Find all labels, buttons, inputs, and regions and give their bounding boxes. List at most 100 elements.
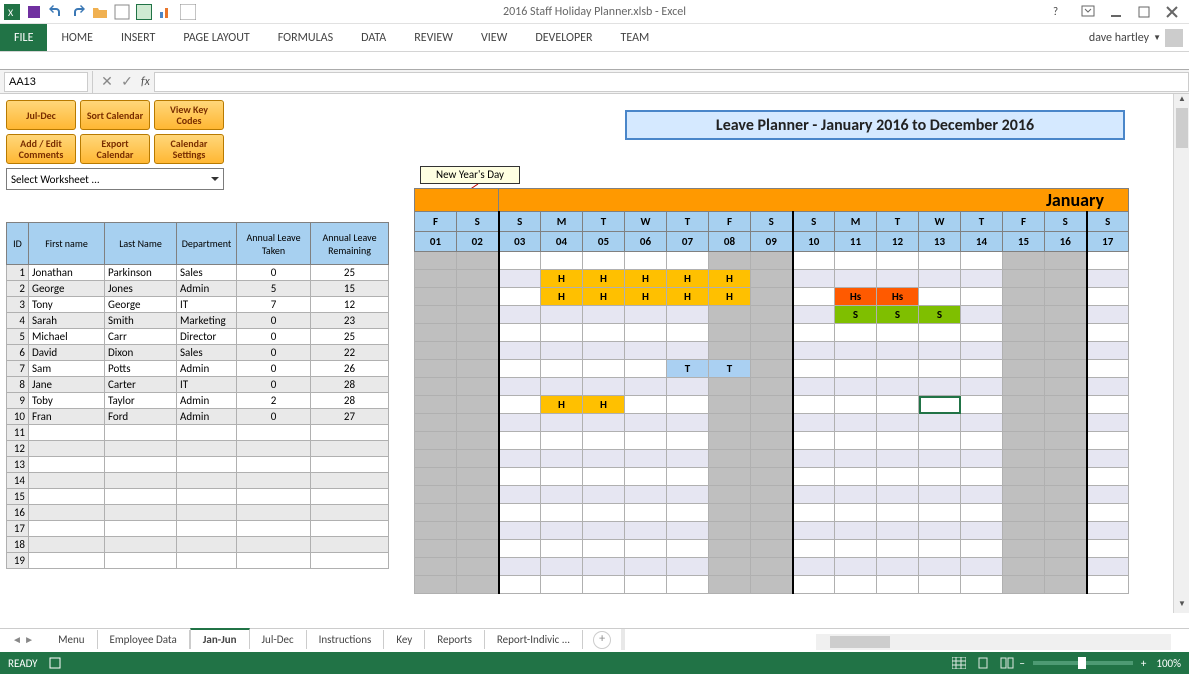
calendar-cell[interactable] <box>751 504 793 522</box>
calendar-cell[interactable] <box>583 486 625 504</box>
calendar-cell[interactable] <box>1003 540 1045 558</box>
calendar-cell[interactable] <box>1045 540 1087 558</box>
calendar-cell[interactable] <box>667 396 709 414</box>
calendar-cell[interactable] <box>457 306 499 324</box>
calendar-cell[interactable] <box>793 324 835 342</box>
calendar-row[interactable]: HH <box>415 396 1129 414</box>
calendar-cell[interactable] <box>1003 558 1045 576</box>
calendar-cell[interactable] <box>625 486 667 504</box>
staff-table[interactable]: IDFirst nameLast NameDepartmentAnnual Le… <box>6 222 389 569</box>
calendar-cell[interactable] <box>751 252 793 270</box>
calendar-cell[interactable] <box>835 558 877 576</box>
calendar-cell[interactable] <box>835 486 877 504</box>
calendar-cell[interactable] <box>415 540 457 558</box>
calendar-cell[interactable] <box>1087 252 1129 270</box>
calendar-cell[interactable]: H <box>541 288 583 306</box>
calendar-cell[interactable] <box>961 522 1003 540</box>
calendar-cell[interactable]: Hs <box>835 288 877 306</box>
ribbon-tab-team[interactable]: TEAM <box>607 24 664 51</box>
maximize-icon[interactable] <box>1137 5 1151 19</box>
calendar-cell[interactable] <box>415 270 457 288</box>
calendar-cell[interactable] <box>499 396 541 414</box>
calendar-cell[interactable]: H <box>667 288 709 306</box>
calendar-cell[interactable] <box>793 270 835 288</box>
calendar-cell[interactable] <box>877 414 919 432</box>
calendar-cell[interactable] <box>625 342 667 360</box>
calendar-cell[interactable] <box>667 486 709 504</box>
calendar-cell[interactable] <box>583 342 625 360</box>
calendar-cell[interactable] <box>751 576 793 594</box>
calendar-cell[interactable] <box>415 288 457 306</box>
calendar-cell[interactable] <box>541 324 583 342</box>
calendar-cell[interactable] <box>1045 504 1087 522</box>
calendar-cell[interactable]: H <box>625 288 667 306</box>
calendar-cell[interactable] <box>751 432 793 450</box>
calendar-cell[interactable] <box>1003 288 1045 306</box>
calendar-cell[interactable] <box>583 450 625 468</box>
select-worksheet-dropdown[interactable]: Select Worksheet ... <box>6 168 224 190</box>
staff-row-empty[interactable]: 11 <box>7 425 389 441</box>
calendar-cell[interactable] <box>751 468 793 486</box>
calendar-grid[interactable]: JanuaryFSSMTWTFSSMTWTFSS0102030405060708… <box>414 188 1129 594</box>
calendar-cell[interactable] <box>625 522 667 540</box>
calendar-row[interactable] <box>415 540 1129 558</box>
calendar-cell[interactable] <box>709 378 751 396</box>
calendar-cell[interactable] <box>625 468 667 486</box>
calendar-cell[interactable] <box>751 270 793 288</box>
calendar-cell[interactable] <box>625 324 667 342</box>
calendar-cell[interactable] <box>961 432 1003 450</box>
calendar-cell[interactable] <box>793 378 835 396</box>
calendar-cell[interactable] <box>835 540 877 558</box>
sheet-tab-instructions[interactable]: Instructions <box>307 630 385 649</box>
calendar-cell[interactable] <box>499 342 541 360</box>
calendar-cell[interactable] <box>541 306 583 324</box>
calendar-cell[interactable] <box>835 396 877 414</box>
calendar-cell[interactable]: S <box>835 306 877 324</box>
calendar-cell[interactable] <box>1045 414 1087 432</box>
calendar-cell[interactable] <box>541 558 583 576</box>
ribbon-tab-developer[interactable]: DEVELOPER <box>521 24 606 51</box>
calendar-cell[interactable] <box>499 450 541 468</box>
calendar-cell[interactable] <box>541 468 583 486</box>
zoom-out-button[interactable]: − <box>1019 657 1024 670</box>
calendar-cell[interactable] <box>541 360 583 378</box>
calendar-cell[interactable] <box>751 414 793 432</box>
calendar-cell[interactable] <box>919 486 961 504</box>
calendar-cell[interactable] <box>1003 414 1045 432</box>
macro-button-add-edit-comments[interactable]: Add / Edit Comments <box>6 134 76 164</box>
calendar-cell[interactable] <box>919 342 961 360</box>
calendar-cell[interactable] <box>1045 324 1087 342</box>
calendar-cell[interactable] <box>1045 522 1087 540</box>
calendar-row[interactable] <box>415 468 1129 486</box>
calendar-cell[interactable] <box>667 432 709 450</box>
calendar-cell[interactable] <box>919 324 961 342</box>
calendar-cell[interactable] <box>1003 360 1045 378</box>
calendar-cell[interactable] <box>919 396 961 414</box>
calendar-cell[interactable] <box>751 450 793 468</box>
calendar-cell[interactable] <box>919 540 961 558</box>
calendar-cell[interactable] <box>499 306 541 324</box>
calendar-cell[interactable] <box>1003 468 1045 486</box>
calendar-cell[interactable] <box>1003 342 1045 360</box>
file-tab[interactable]: FILE <box>0 24 47 51</box>
calendar-cell[interactable] <box>961 486 1003 504</box>
calendar-cell[interactable] <box>667 306 709 324</box>
calendar-cell[interactable] <box>1087 576 1129 594</box>
calendar-cell[interactable] <box>541 432 583 450</box>
calendar-cell[interactable] <box>457 558 499 576</box>
user-account[interactable]: dave hartley ▼ <box>1089 24 1189 51</box>
calendar-cell[interactable] <box>877 576 919 594</box>
calendar-cell[interactable] <box>961 252 1003 270</box>
calendar-cell[interactable] <box>415 396 457 414</box>
calendar-row[interactable] <box>415 252 1129 270</box>
staff-row-empty[interactable]: 14 <box>7 473 389 489</box>
calendar-cell[interactable] <box>877 396 919 414</box>
calendar-cell[interactable] <box>751 558 793 576</box>
calendar-cell[interactable] <box>1003 306 1045 324</box>
calendar-cell[interactable] <box>457 450 499 468</box>
calendar-cell[interactable] <box>457 540 499 558</box>
normal-view-icon[interactable] <box>948 654 970 672</box>
calendar-cell[interactable] <box>541 486 583 504</box>
calendar-cell[interactable] <box>499 432 541 450</box>
calendar-cell[interactable] <box>415 342 457 360</box>
